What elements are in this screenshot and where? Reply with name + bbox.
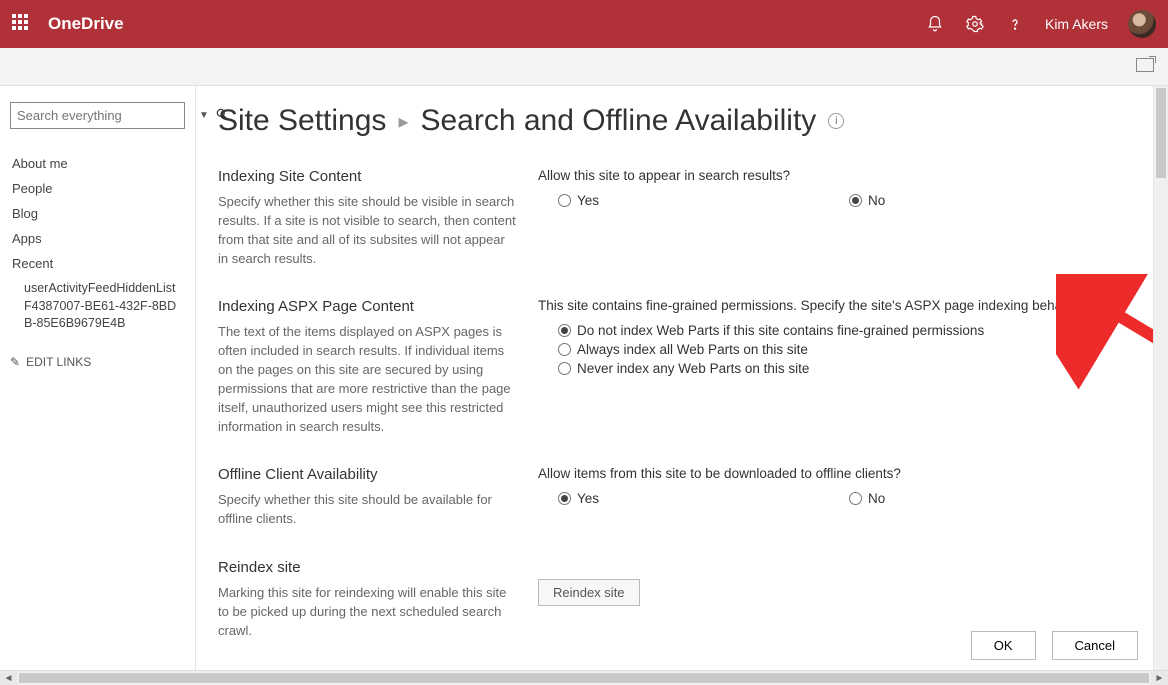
section-desc: The text of the items displayed on ASPX …	[218, 323, 518, 436]
scroll-left-icon[interactable]: ◄	[0, 671, 17, 685]
section-reindex: Reindex site Marking this site for reind…	[218, 559, 1138, 641]
breadcrumb-root[interactable]: Site Settings	[218, 104, 386, 138]
edit-links-button[interactable]: ✎ EDIT LINKS	[10, 355, 185, 369]
sidebar-recent-child[interactable]: userActivityFeedHiddenListF4387007-BE61-…	[10, 276, 185, 337]
pencil-icon: ✎	[10, 355, 20, 369]
radio-appear-yes[interactable]: Yes	[558, 193, 599, 208]
breadcrumb-separator-icon: ▸	[398, 109, 408, 134]
search-input[interactable]	[17, 108, 193, 123]
radio-aspx-opt2[interactable]: Always index all Web Parts on this site	[558, 342, 1138, 357]
section-offline: Offline Client Availability Specify whet…	[218, 466, 1138, 529]
sidebar-item-people[interactable]: People	[10, 176, 185, 201]
radio-icon	[849, 194, 862, 207]
radio-icon	[558, 343, 571, 356]
ok-button[interactable]: OK	[971, 631, 1036, 660]
sidebar-item-recent[interactable]: Recent	[10, 251, 185, 276]
section-heading: Indexing Site Content	[218, 168, 518, 185]
question-label: This site contains fine-grained permissi…	[538, 298, 1138, 313]
radio-icon	[558, 194, 571, 207]
app-launcher-icon[interactable]	[12, 14, 32, 34]
app-name[interactable]: OneDrive	[48, 14, 124, 34]
footer-buttons: OK Cancel	[971, 631, 1138, 660]
radio-label: Always index all Web Parts on this site	[577, 342, 808, 357]
radio-icon	[558, 324, 571, 337]
edit-links-label: EDIT LINKS	[26, 355, 91, 369]
sidebar-item-about-me[interactable]: About me	[10, 151, 185, 176]
radio-aspx-opt3[interactable]: Never index any Web Parts on this site	[558, 361, 1138, 376]
radio-label: No	[868, 491, 885, 506]
sidebar-item-apps[interactable]: Apps	[10, 226, 185, 251]
cancel-button[interactable]: Cancel	[1052, 631, 1138, 660]
radio-label: No	[868, 193, 885, 208]
section-heading: Indexing ASPX Page Content	[218, 298, 518, 315]
question-label: Allow this site to appear in search resu…	[538, 168, 1138, 183]
focus-on-content-icon[interactable]	[1136, 58, 1154, 72]
radio-label: Yes	[577, 491, 599, 506]
horizontal-scrollbar[interactable]: ◄ ►	[0, 670, 1168, 685]
question-label: Allow items from this site to be downloa…	[538, 466, 1138, 481]
radio-icon	[558, 362, 571, 375]
radio-offline-yes[interactable]: Yes	[558, 491, 599, 506]
section-heading: Offline Client Availability	[218, 466, 518, 483]
section-indexing-aspx: Indexing ASPX Page Content The text of t…	[218, 298, 1138, 436]
user-name[interactable]: Kim Akers	[1045, 16, 1108, 32]
reindex-site-button[interactable]: Reindex site	[538, 579, 640, 606]
section-indexing-site: Indexing Site Content Specify whether th…	[218, 168, 1138, 268]
notifications-icon[interactable]	[925, 14, 945, 34]
left-sidebar: ▼ About me People Blog Apps Recent userA…	[0, 86, 196, 670]
scrollbar-thumb[interactable]	[1156, 88, 1166, 178]
info-icon[interactable]: i	[828, 113, 844, 129]
radio-label: Yes	[577, 193, 599, 208]
search-box[interactable]: ▼	[10, 102, 185, 129]
section-heading: Reindex site	[218, 559, 518, 576]
suite-header: OneDrive Kim Akers	[0, 0, 1168, 48]
section-desc: Specify whether this site should be avai…	[218, 491, 518, 529]
scrollbar-thumb[interactable]	[19, 673, 1149, 683]
radio-label: Never index any Web Parts on this site	[577, 361, 809, 376]
section-desc: Specify whether this site should be visi…	[218, 193, 518, 268]
vertical-scrollbar[interactable]	[1153, 86, 1168, 670]
sidebar-item-blog[interactable]: Blog	[10, 201, 185, 226]
scroll-right-icon[interactable]: ►	[1151, 671, 1168, 685]
page-title: Site Settings ▸ Search and Offline Avail…	[218, 104, 1138, 138]
radio-aspx-opt1[interactable]: Do not index Web Parts if this site cont…	[558, 323, 1138, 338]
section-desc: Marking this site for reindexing will en…	[218, 584, 518, 641]
ribbon-bar	[0, 48, 1168, 86]
page-heading: Search and Offline Availability	[420, 104, 816, 138]
help-icon[interactable]	[1005, 14, 1025, 34]
radio-icon	[849, 492, 862, 505]
radio-appear-no[interactable]: No	[849, 193, 885, 208]
user-avatar[interactable]	[1128, 10, 1156, 38]
radio-label: Do not index Web Parts if this site cont…	[577, 323, 984, 338]
radio-offline-no[interactable]: No	[849, 491, 885, 506]
radio-icon	[558, 492, 571, 505]
settings-gear-icon[interactable]	[965, 14, 985, 34]
main-content: Site Settings ▸ Search and Offline Avail…	[196, 86, 1168, 670]
